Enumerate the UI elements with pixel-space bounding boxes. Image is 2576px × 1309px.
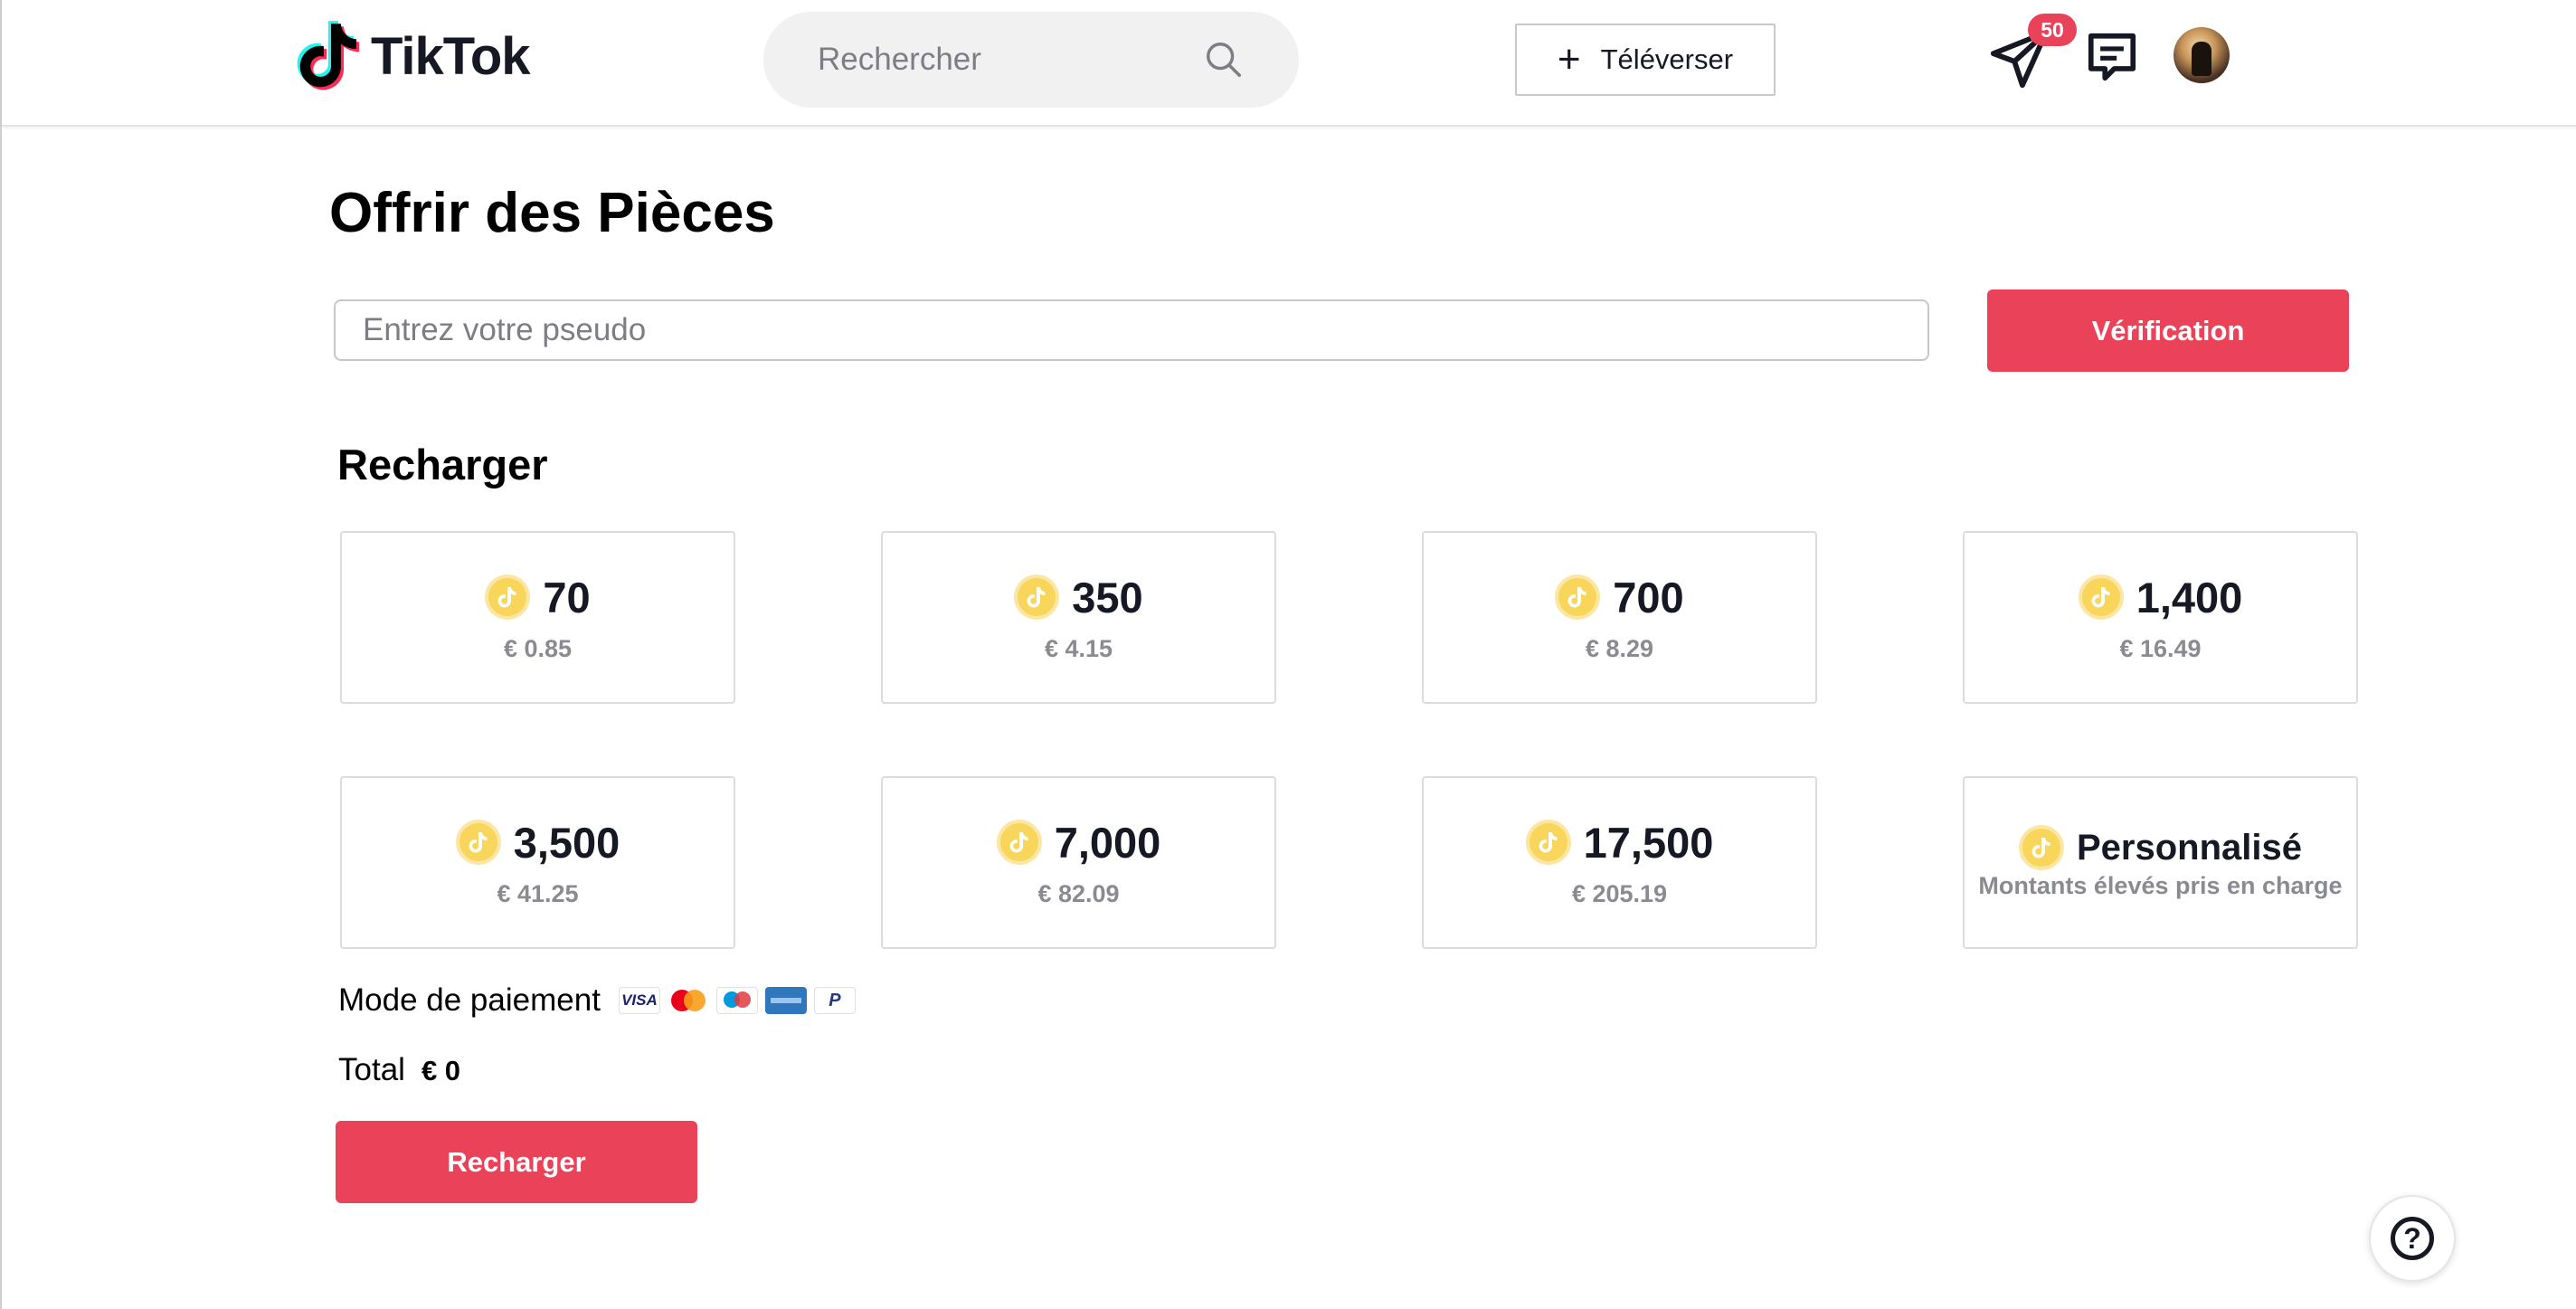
upload-label: Téléverser — [1600, 43, 1734, 75]
coin-icon — [1555, 574, 1601, 620]
coin-price: € 0.85 — [503, 634, 573, 662]
coin-amount: 70 — [543, 573, 591, 621]
coin-package-card[interactable]: 3,500 € 41.25 — [340, 776, 735, 949]
coin-package-card[interactable]: 7,000 € 82.09 — [881, 776, 1276, 949]
search-bar[interactable]: Rechercher — [763, 12, 1299, 108]
coin-package-card[interactable]: 1,400 € 16.49 — [1963, 531, 2358, 704]
coin-amount: 700 — [1613, 573, 1684, 621]
coin-amount: 3,500 — [513, 818, 620, 867]
tiktok-logo[interactable]: TikTok — [297, 18, 531, 94]
visa-icon: VISA — [618, 987, 660, 1014]
coin-price: € 16.49 — [2119, 634, 2202, 662]
inbox-badge: 50 — [2028, 14, 2077, 46]
upload-button[interactable]: + Téléverser — [1515, 24, 1776, 96]
search-input[interactable]: Rechercher — [818, 42, 1203, 78]
coin-package-card[interactable]: 70 € 0.85 — [340, 531, 735, 704]
recharge-section-title: Recharger — [337, 441, 548, 489]
help-icon: ? — [2391, 1217, 2434, 1260]
coin-amount: 17,500 — [1583, 818, 1714, 867]
custom-coin-package-card[interactable]: Personnalisé Montants élevés pris en cha… — [1963, 776, 2358, 949]
avatar[interactable] — [2174, 27, 2230, 83]
coin-icon — [455, 820, 501, 865]
recharge-button[interactable]: Recharger — [336, 1121, 697, 1203]
coin-icon — [996, 820, 1042, 865]
coin-amount: 1,400 — [2136, 573, 2243, 621]
coin-package-card[interactable]: 350 € 4.15 — [881, 531, 1276, 704]
coin-icon — [1525, 820, 1571, 865]
coin-price: Montants élevés pris en charge — [1978, 872, 2343, 899]
coin-amount: 350 — [1072, 573, 1143, 621]
maestro-icon — [715, 987, 758, 1014]
page-title: Offrir des Pièces — [329, 182, 775, 244]
coin-price: € 41.25 — [497, 879, 579, 907]
page: TikTok Rechercher + Téléverser 50 Offrir… — [0, 0, 2576, 1309]
total: Total € 0 — [338, 1052, 460, 1088]
coin-icon — [2018, 825, 2064, 870]
coin-price: € 8.29 — [1585, 634, 1654, 662]
username-input[interactable]: Entrez votre pseudo — [334, 299, 1929, 361]
message-icon[interactable] — [2084, 29, 2140, 85]
coin-price: € 205.19 — [1571, 879, 1668, 907]
top-header: TikTok Rechercher + Téléverser 50 — [2, 0, 2576, 127]
coin-icon — [2078, 574, 2124, 620]
help-button[interactable]: ? — [2369, 1195, 2456, 1282]
coin-price: € 4.15 — [1044, 634, 1113, 662]
coin-package-card[interactable]: 700 € 8.29 — [1422, 531, 1817, 704]
paypal-icon: P — [813, 987, 856, 1014]
amex-icon — [764, 987, 807, 1014]
verify-button[interactable]: Vérification — [1987, 289, 2349, 372]
mastercard-icon — [667, 987, 709, 1014]
coin-amount: Personnalisé — [2076, 827, 2302, 868]
payment-method: Mode de paiement VISA P — [338, 982, 856, 1019]
coin-icon — [1014, 574, 1060, 620]
coin-icon — [485, 574, 531, 620]
payment-label: Mode de paiement — [338, 982, 601, 1018]
coin-package-card[interactable]: 17,500 € 205.19 — [1422, 776, 1817, 949]
payment-icons: VISA P — [611, 987, 856, 1014]
plus-icon: + — [1557, 37, 1581, 81]
coin-price: € 82.09 — [1037, 879, 1120, 907]
total-label: Total — [338, 1052, 405, 1087]
logo-text: TikTok — [371, 26, 531, 86]
coin-amount: 7,000 — [1054, 818, 1161, 867]
tiktok-logo-icon — [297, 21, 360, 90]
search-icon[interactable] — [1203, 39, 1245, 81]
total-value: € 0 — [421, 1055, 461, 1086]
